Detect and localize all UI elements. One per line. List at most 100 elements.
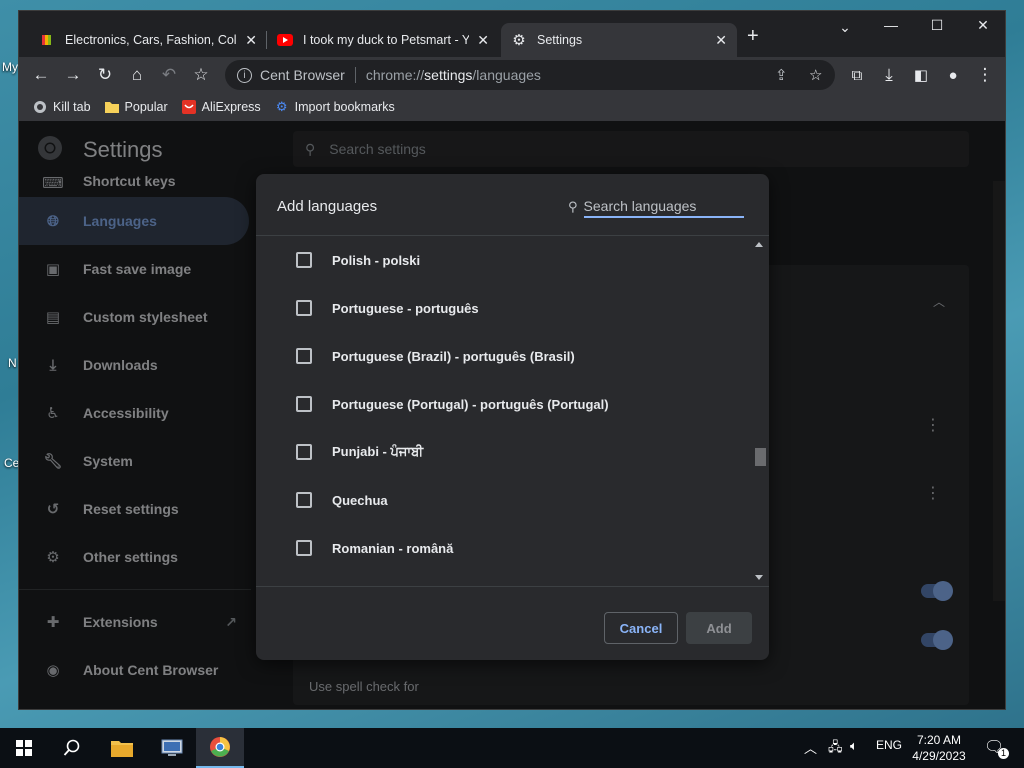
bookmark-aliexpress[interactable]: AliExpress [181,100,261,114]
list-item-language[interactable]: Quechua [296,488,388,512]
search-taskbar-button[interactable] [48,728,96,768]
url-prefix: chrome:// [365,67,425,83]
import-icon: ⚙ [275,99,288,114]
search-languages-input[interactable] [583,196,744,218]
dialog-search: ⚲ [568,196,744,218]
info-icon[interactable]: i [237,67,252,83]
language-label: Quechua [332,492,388,508]
forward-button[interactable]: → [61,63,85,87]
menu-kebab-icon[interactable]: ⋮ [973,63,997,87]
omnibox[interactable]: i Cent Browser chrome://settings/languag… [225,60,835,90]
language-list-scrollbar[interactable] [752,236,769,586]
network-app-button[interactable] [148,728,196,768]
search-icon [63,739,80,756]
bookmark-label: Kill tab [53,100,91,114]
maximize-button[interactable]: ☐ [917,17,957,34]
input-language[interactable]: ENG [876,738,902,752]
notification-count-badge: 1 [998,748,1010,759]
language-checkbox[interactable] [296,444,312,460]
folder-icon [111,741,133,757]
language-checkbox[interactable] [296,252,312,268]
bookmark-popular[interactable]: Popular [104,100,168,114]
language-checkbox[interactable] [296,348,312,364]
file-explorer-button[interactable] [98,728,146,768]
bookmark-label: Import bookmarks [294,100,395,114]
list-item-language[interactable]: Punjabi - ਪੰਜਾਬੀ [296,440,423,464]
share-icon[interactable]: ⇪ [775,66,788,84]
bookmarks-bar: Kill tab Popular AliExpress ⚙ Import boo… [19,93,1005,121]
tab-title: Electronics, Cars, Fashion, Collect [65,33,238,47]
new-tab-button[interactable]: + [747,25,759,48]
download-icon[interactable]: ⤓ [877,63,901,87]
dialog-divider-bottom [256,586,769,587]
system-clock[interactable]: 7:20 AM 4/29/2023 [906,732,972,764]
language-checkbox[interactable] [296,540,312,556]
bookmark-import[interactable]: ⚙ Import bookmarks [275,99,395,114]
windows-icon [16,740,32,756]
desktop-icon-label: N [8,356,17,370]
list-item-language[interactable]: Romanian - română [296,536,453,560]
taskbar: ︿ 🖧︎ 🔈︎ ENG 7:20 AM 4/29/2023 🗨︎ 1 [0,728,1024,768]
cancel-button[interactable]: Cancel [604,612,678,644]
bookmark-star-button[interactable]: ☆ [189,63,213,87]
search-icon: ⚲ [568,199,578,214]
language-checkbox[interactable] [296,492,312,508]
home-button[interactable]: ⌂ [125,63,149,87]
tab-title: I took my duck to Petsmart - You [303,33,470,47]
volume-icon[interactable]: 🔈︎ [850,738,858,754]
scroll-up-arrow-icon[interactable] [755,242,763,247]
add-button[interactable]: Add [686,612,752,644]
tab-settings[interactable]: ⚙ Settings ✕ [501,23,737,57]
scroll-down-arrow-icon[interactable] [755,575,763,580]
tab-search-icon[interactable]: ⌄ [825,19,865,36]
cent-browser-taskbar-button[interactable] [196,728,244,768]
dialog-title: Add languages [277,198,378,215]
aliexpress-icon [181,100,196,114]
browser-window: Electronics, Cars, Fashion, Collect ✕ I … [18,10,1006,710]
add-languages-dialog: Add languages ⚲ Polish - polski Portugue… [256,174,769,660]
bookmark-label: Popular [124,100,168,114]
language-label: Portuguese - português [332,300,479,316]
start-button[interactable] [0,728,48,768]
language-label: Polish - polski [332,252,421,268]
omnibox-divider [354,67,356,83]
gear-icon: ⚙ [512,32,526,49]
toolbar: ← → ↻ ⌂ ↶ ☆ i Cent Browser chrome://sett… [19,57,1005,93]
list-item-language[interactable]: Polish - polski [296,248,420,272]
language-checkbox[interactable] [296,300,312,316]
sidebar-icon[interactable]: ◧ [909,63,933,87]
reload-button[interactable]: ↻ [93,63,117,87]
back-button[interactable]: ← [29,63,53,87]
omnibox-url[interactable]: chrome://settings/languages [366,67,541,83]
close-window-button[interactable]: ✕ [963,17,1003,34]
bookmark-kill-tab[interactable]: Kill tab [33,100,91,114]
show-hidden-icons-chevron[interactable]: ︿ [804,738,817,757]
list-item-language[interactable]: Portuguese (Portugal) - português (Portu… [296,392,609,416]
close-icon[interactable]: ✕ [477,32,489,49]
clock-date: 4/29/2023 [912,749,966,763]
clock-time: 7:20 AM [916,733,962,747]
list-item-language[interactable]: Portuguese (Brazil) - português (Brasil) [296,344,575,368]
cent-browser-icon [210,737,230,757]
ebay-icon [39,32,55,48]
tab-ebay[interactable]: Electronics, Cars, Fashion, Collect ✕ [29,23,267,57]
close-icon[interactable]: ✕ [245,32,257,49]
close-icon[interactable]: ✕ [715,32,727,49]
language-checkbox[interactable] [296,396,312,412]
network-icon[interactable]: 🖧︎ [828,738,843,760]
list-item-language[interactable]: Portuguese - português [296,296,479,320]
star-icon[interactable]: ☆ [809,66,822,84]
computer-icon [161,739,183,756]
language-label: Romanian - română [332,540,454,556]
undo-close-tab-button[interactable]: ↶ [157,63,181,87]
crop-icon[interactable]: ⧉ [845,63,869,87]
folder-icon [104,100,119,114]
youtube-icon [277,32,293,48]
language-label: Portuguese (Brazil) - português (Brasil) [332,348,575,364]
scrollbar-thumb[interactable] [755,448,766,466]
profile-icon[interactable]: ● [941,63,965,87]
tab-youtube[interactable]: I took my duck to Petsmart - You ✕ [267,23,499,57]
url-host: settings [424,67,473,83]
minimize-button[interactable]: — [871,17,911,33]
kill-tab-icon [33,100,47,114]
